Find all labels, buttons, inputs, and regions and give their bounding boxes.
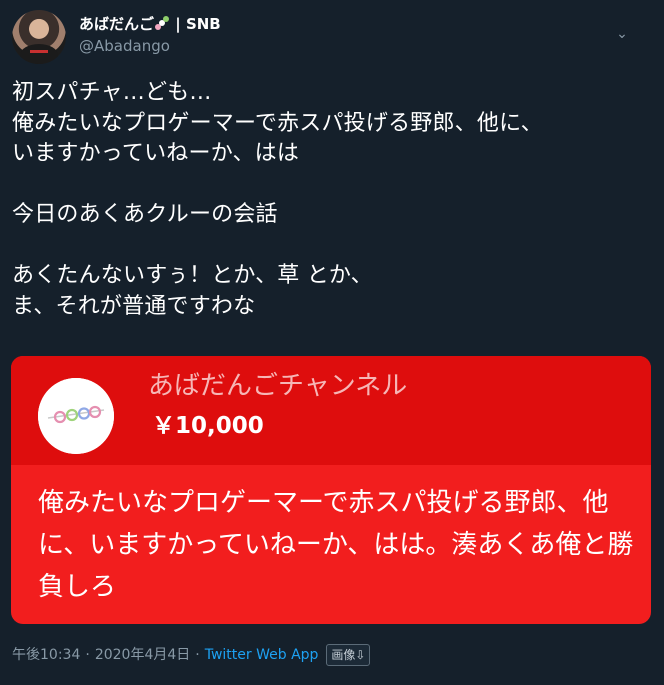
tweet-time[interactable]: 午後10:34 — [12, 647, 80, 663]
display-name[interactable]: あばだんご | SNB — [79, 14, 579, 34]
dango-icon — [155, 16, 170, 31]
avatar-shirt — [20, 44, 58, 64]
user-handle[interactable]: @Abadango — [79, 36, 579, 56]
superchat-card[interactable]: あばだんごチャンネル ￥10,000 俺みたいなプロゲーマーで赤スパ投げる野郎、… — [11, 356, 651, 624]
team-tag: | SNB — [170, 15, 221, 33]
superchat-header: あばだんごチャンネル ￥10,000 — [11, 356, 651, 465]
chevron-down-icon[interactable]: ⌄ — [612, 24, 632, 44]
avatar[interactable] — [12, 10, 66, 64]
tweet: あばだんご | SNB @Abadango ⌄ 初スパチャ…ども… 俺みたいなプ… — [0, 0, 664, 685]
image-download-button[interactable]: 画像⇩ — [326, 644, 371, 666]
footer-separator: · — [85, 647, 90, 663]
footer-separator: · — [195, 647, 200, 663]
superchat-message: 俺みたいなプロゲーマーで赤スパ投げる野郎、他に、いますかっていねーか、はは。湊あ… — [38, 488, 634, 602]
tweet-date[interactable]: 2020年4月4日 — [95, 647, 190, 663]
source-app-link[interactable]: Twitter Web App — [205, 647, 319, 663]
display-name-text: あばだんご — [79, 15, 155, 33]
tweet-header: あばだんご | SNB @Abadango ⌄ — [12, 10, 652, 66]
dango-logo-icon — [38, 378, 114, 454]
avatar-shirt-stripe — [30, 50, 48, 53]
tweet-footer: 午後10:34 · 2020年4月4日 · Twitter Web App 画像⇩ — [12, 643, 652, 667]
channel-avatar — [38, 378, 114, 454]
superchat-amount: ￥10,000 — [152, 413, 264, 439]
tweet-text: 初スパチャ…ども… 俺みたいなプロゲーマーで赤スパ投げる野郎、他に、 いますかっ… — [12, 80, 543, 319]
user-name-block[interactable]: あばだんご | SNB @Abadango — [79, 14, 579, 56]
superchat-channel-name: あばだんごチャンネル — [148, 371, 408, 401]
